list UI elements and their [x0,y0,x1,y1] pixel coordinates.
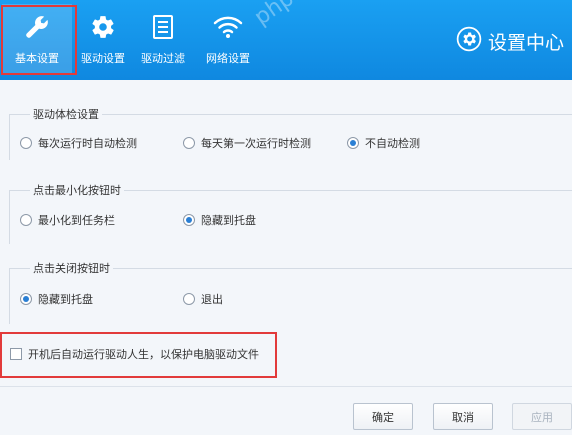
radio-close-tray[interactable]: 隐藏到托盘 [20,291,93,307]
radio-scan-first-daily[interactable]: 每天第一次运行时检测 [183,135,311,151]
settings-gear-icon [456,26,482,57]
tab-label: 驱动设置 [81,52,125,65]
apply-button[interactable]: 应用 [512,403,572,430]
radio-circle [20,293,32,305]
option-label: 隐藏到托盘 [38,293,93,306]
window-title: 设置中心 [456,26,564,56]
tab-driver-filter[interactable]: 驱动过滤 [128,4,198,74]
radio-circle [347,137,359,149]
ok-button[interactable]: 确定 [353,403,413,430]
radio-minimize-tray[interactable]: 隐藏到托盘 [183,212,256,228]
highlight-box-tab [1,5,77,75]
group-title: 驱动体检设置 [30,106,102,122]
radio-circle [183,293,195,305]
option-label: 退出 [201,293,223,306]
radio-circle [20,214,32,226]
radio-close-exit[interactable]: 退出 [183,291,223,307]
radio-circle [183,137,195,149]
tab-network-settings[interactable]: 网络设置 [193,4,263,74]
option-label: 最小化到任务栏 [38,214,115,227]
group-close: 点击关闭按钮时 隐藏到托盘 退出 [9,260,572,324]
highlight-box-autostart [0,332,277,378]
cancel-button[interactable]: 取消 [433,403,493,430]
group-title: 点击关闭按钮时 [30,260,113,276]
group-minimize: 点击最小化按钮时 最小化到任务栏 隐藏到托盘 [9,182,572,244]
tab-label: 网络设置 [206,52,250,65]
radio-minimize-taskbar[interactable]: 最小化到任务栏 [20,212,115,228]
radio-circle [20,137,32,149]
radio-scan-every-run[interactable]: 每次运行时自动检测 [20,135,137,151]
footer-divider [0,386,572,387]
group-scan: 驱动体检设置 每次运行时自动检测 每天第一次运行时检测 不自动检测 [9,106,572,160]
option-label: 不自动检测 [365,137,420,150]
option-label: 每次运行时自动检测 [38,137,137,150]
gear-icon [88,12,118,42]
radio-circle [183,214,195,226]
wifi-icon [213,12,243,42]
group-title: 点击最小化按钮时 [30,182,124,198]
radio-scan-never[interactable]: 不自动检测 [347,135,420,151]
tab-label: 驱动过滤 [141,52,185,65]
settings-panel: 驱动体检设置 每次运行时自动检测 每天第一次运行时检测 不自动检测 点击最小化按… [0,80,572,435]
option-label: 每天第一次运行时检测 [201,137,311,150]
option-label: 隐藏到托盘 [201,214,256,227]
list-icon [148,12,178,42]
page-title: 设置中心 [487,31,564,54]
title-bar: php.cn 基本设置 驱动设置 驱动过滤 网络设置 设置中心 [0,0,572,80]
